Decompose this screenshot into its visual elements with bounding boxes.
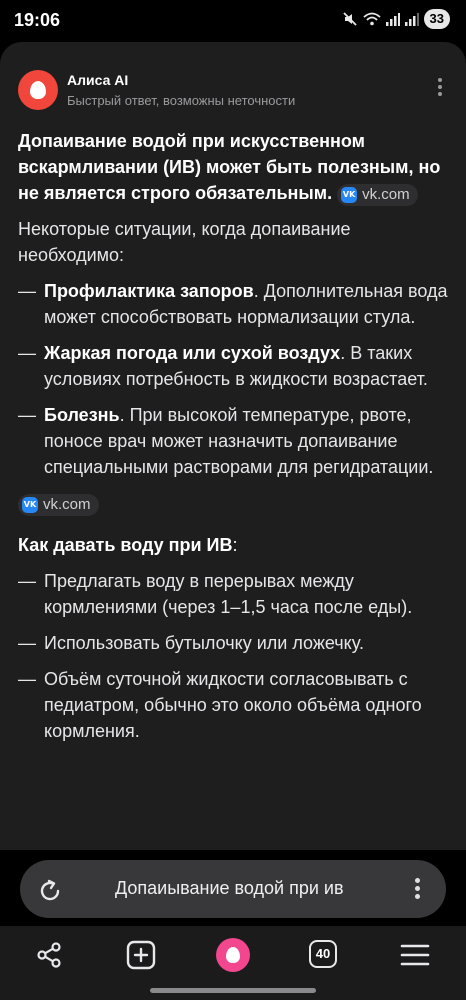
query-options-icon[interactable] <box>414 878 420 902</box>
list-item-bold: Болезнь <box>44 405 120 425</box>
alice-avatar-icon <box>18 70 58 110</box>
answer-lead: Допаивание водой при искусственном вскар… <box>18 128 452 206</box>
vk-icon: VK <box>22 497 38 513</box>
answer-card: Алиса AI Быстрый ответ, возможны неточно… <box>0 42 466 850</box>
assistant-header: Алиса AI Быстрый ответ, возможны неточно… <box>18 70 448 112</box>
status-icons: 33 <box>342 9 450 29</box>
list-item: Использовать бутылочку или ложечку. <box>18 630 452 656</box>
status-bar: 19:06 33 <box>0 0 466 42</box>
list-item: Предлагать воду в перерывах между кормле… <box>18 568 452 620</box>
list-item: Объём суточной жидкости согласовывать с … <box>18 666 452 744</box>
signal-icon-2 <box>404 13 419 26</box>
list-item: Болезнь. При высокой температуре, рвоте,… <box>18 402 452 480</box>
tabs-count: 40 <box>309 940 337 968</box>
vk-icon: VK <box>341 187 358 203</box>
list-item: Профилактика запоров. Дополнительная вод… <box>18 278 452 330</box>
new-tab-icon[interactable] <box>126 940 156 970</box>
menu-icon[interactable] <box>400 940 430 970</box>
situations-source: VK vk.com <box>18 490 452 516</box>
situations-list: Профилактика запоров. Дополнительная вод… <box>18 278 452 480</box>
home-indicator[interactable] <box>150 988 316 993</box>
query-bar[interactable]: Допаиывание водой при ив <box>20 860 446 918</box>
status-time: 19:06 <box>14 10 61 30</box>
share-icon[interactable] <box>35 940 65 970</box>
battery-indicator: 33 <box>423 9 450 29</box>
refresh-icon[interactable] <box>36 877 64 905</box>
how-heading-colon: : <box>232 535 238 555</box>
mute-icon <box>342 12 357 26</box>
source-chip[interactable]: VK vk.com <box>337 184 418 206</box>
source-chip[interactable]: VK vk.com <box>18 494 99 516</box>
source-chip-label: vk.com <box>43 496 91 513</box>
how-list: Предлагать воду в перерывах между кормле… <box>18 568 452 744</box>
list-item: Жаркая погода или сухой воздух. В таких … <box>18 340 452 392</box>
wifi-icon <box>362 12 381 26</box>
alice-icon <box>216 938 250 972</box>
assistant-name: Алиса AI <box>67 72 129 88</box>
more-options-icon[interactable] <box>436 78 444 100</box>
alice-button[interactable] <box>216 938 250 972</box>
tabs-button[interactable]: 40 <box>309 940 339 970</box>
how-heading: Как давать воду при ИВ: <box>18 532 452 558</box>
list-item-bold: Жаркая погода или сухой воздух <box>44 343 341 363</box>
source-chip-label: vk.com <box>362 186 410 203</box>
query-text[interactable]: Допаиывание водой при ив <box>115 878 344 899</box>
assistant-subtitle: Быстрый ответ, возможны неточности <box>67 93 296 108</box>
answer-intro: Некоторые ситуации, когда допаивание нео… <box>18 219 351 265</box>
list-item-bold: Профилактика запоров <box>44 281 254 301</box>
content-fade <box>0 810 466 850</box>
answer-content: Допаивание водой при искусственном вскар… <box>18 128 452 754</box>
signal-icon <box>385 13 400 26</box>
how-heading-text: Как давать воду при ИВ <box>18 535 233 555</box>
